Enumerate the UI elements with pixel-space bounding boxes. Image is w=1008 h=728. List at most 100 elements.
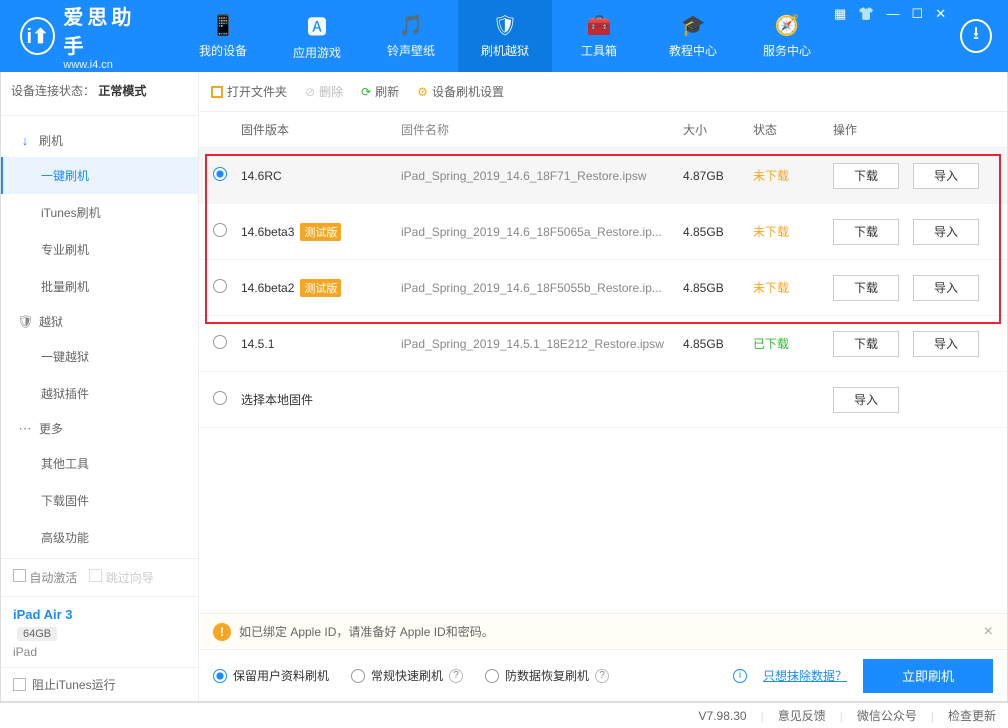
flash-now-button[interactable]: 立即刷机: [863, 659, 993, 693]
flash-option-防数据恢复刷机[interactable]: 防数据恢复刷机 ?: [485, 667, 609, 684]
top-bar: i⬆ 爱思助手 www.i4.cn 📱我的设备🅰应用游戏🎵铃声壁纸🛡刷机越狱🧰工…: [0, 0, 1008, 72]
firmware-status: 未下载: [753, 167, 833, 184]
import-button[interactable]: 导入: [913, 275, 979, 301]
nav-icon: 🧭: [775, 13, 800, 38]
block-itunes-checkbox[interactable]: 阻止iTunes运行: [1, 667, 198, 701]
nav-label: 我的设备: [199, 42, 247, 59]
feedback-link[interactable]: 意见反馈: [778, 707, 826, 724]
table-row[interactable]: 14.6beta3测试版iPad_Spring_2019_14.6_18F506…: [199, 204, 1007, 260]
col-version: 固件版本: [241, 121, 401, 138]
row-radio[interactable]: [213, 391, 227, 405]
app-logo: i⬆ 爱思助手 www.i4.cn: [0, 1, 176, 71]
nav-icon: 🎓: [681, 13, 706, 38]
warning-icon: !: [213, 623, 231, 641]
flash-option-常规快速刷机[interactable]: 常规快速刷机 ?: [351, 667, 463, 684]
sidebar-item-一键刷机[interactable]: 一键刷机: [1, 157, 198, 194]
maximize-icon[interactable]: ☐: [912, 6, 924, 22]
download-button[interactable]: 下载: [833, 331, 899, 357]
table-row[interactable]: 选择本地固件导入: [199, 372, 1007, 428]
version-label: V7.98.30: [699, 709, 747, 723]
nav-label: 应用游戏: [293, 44, 341, 61]
help-icon[interactable]: ?: [449, 669, 463, 683]
row-radio[interactable]: [213, 223, 227, 237]
minimize-icon[interactable]: —: [887, 6, 900, 22]
connection-label: 设备连接状态：: [11, 84, 95, 98]
device-name: iPad Air 3: [13, 607, 72, 622]
col-size: 大小: [683, 121, 753, 138]
info-icon[interactable]: i: [733, 669, 747, 683]
beta-badge: 测试版: [300, 279, 341, 297]
close-warning-button[interactable]: ×: [984, 623, 993, 641]
sidebar-item-专业刷机[interactable]: 专业刷机: [1, 231, 198, 268]
help-icon[interactable]: ?: [595, 669, 609, 683]
toolbar: 打开文件夹 ⊘删除 ⟳刷新 ⚙设备刷机设置: [199, 72, 1007, 112]
logo-subtitle: www.i4.cn: [63, 59, 152, 71]
download-button[interactable]: 下载: [833, 275, 899, 301]
firmware-name: iPad_Spring_2019_14.5.1_18E212_Restore.i…: [401, 337, 683, 351]
sidebar-group-刷机[interactable]: ↓刷机: [1, 124, 198, 157]
nav-工具箱[interactable]: 🧰工具箱: [552, 0, 646, 72]
firmware-version: 14.6beta3: [241, 225, 294, 239]
refresh-icon: ⟳: [361, 85, 371, 99]
nav-服务中心[interactable]: 🧭服务中心: [740, 0, 834, 72]
device-model: iPad: [13, 645, 186, 659]
row-radio[interactable]: [213, 167, 227, 181]
nav-铃声壁纸[interactable]: 🎵铃声壁纸: [364, 0, 458, 72]
firmware-status: 已下载: [753, 335, 833, 352]
options-bar: 保留用户资料刷机 常规快速刷机 ? 防数据恢复刷机 ? i 只想抹除数据？ 立即刷机: [199, 649, 1007, 701]
skin-icon[interactable]: 👕: [858, 6, 874, 22]
sidebar-item-下载固件[interactable]: 下载固件: [1, 482, 198, 519]
sidebar-item-批量刷机[interactable]: 批量刷机: [1, 268, 198, 305]
table-row[interactable]: 14.6RCiPad_Spring_2019_14.6_18F71_Restor…: [199, 148, 1007, 204]
import-button[interactable]: 导入: [913, 219, 979, 245]
device-info[interactable]: iPad Air 3 64GB iPad: [1, 596, 198, 667]
auto-activate-checkbox[interactable]: 自动激活: [13, 569, 77, 586]
table-row[interactable]: 14.5.1 iPad_Spring_2019_14.5.1_18E212_Res…: [199, 316, 1007, 372]
import-button[interactable]: 导入: [913, 331, 979, 357]
check-update-link[interactable]: 检查更新: [948, 707, 996, 724]
sidebar-group-更多[interactable]: ⋯更多: [1, 412, 198, 445]
flash-option-保留用户资料刷机[interactable]: 保留用户资料刷机: [213, 667, 329, 684]
row-radio[interactable]: [213, 279, 227, 293]
firmware-name: iPad_Spring_2019_14.6_18F5065a_Restore.i…: [401, 225, 683, 239]
row-radio[interactable]: [213, 335, 227, 349]
nav-label: 教程中心: [669, 42, 717, 59]
firmware-name: iPad_Spring_2019_14.6_18F5055b_Restore.i…: [401, 281, 683, 295]
firmware-status: 未下载: [753, 279, 833, 296]
radio-icon: [485, 669, 499, 683]
import-button[interactable]: 导入: [913, 163, 979, 189]
download-button[interactable]: 下载: [833, 219, 899, 245]
sidebar-item-高级功能[interactable]: 高级功能: [1, 519, 198, 556]
sidebar-item-一键越狱[interactable]: 一键越狱: [1, 338, 198, 375]
sidebar-item-iTunes刷机[interactable]: iTunes刷机: [1, 194, 198, 231]
refresh-button[interactable]: ⟳刷新: [361, 83, 399, 100]
main-panel: 打开文件夹 ⊘删除 ⟳刷新 ⚙设备刷机设置 固件版本 固件名称 大小 状态 操作…: [199, 72, 1007, 701]
firmware-version: 14.6RC: [241, 169, 282, 183]
nav-教程中心[interactable]: 🎓 教程中心: [646, 0, 740, 72]
skip-wizard-checkbox[interactable]: 跳过向导: [89, 569, 153, 586]
sidebar: 设备连接状态： 正常模式 ↓刷机一键刷机iTunes刷机专业刷机批量刷机🛡越狱一…: [1, 72, 199, 701]
firmware-size: 4.85GB: [683, 225, 753, 239]
nav-刷机越狱[interactable]: 🛡刷机越狱: [458, 0, 552, 72]
nav-我的设备[interactable]: 📱我的设备: [176, 0, 270, 72]
wechat-link[interactable]: 微信公众号: [857, 707, 917, 724]
open-folder-button[interactable]: 打开文件夹: [211, 83, 287, 100]
firmware-size: 4.87GB: [683, 169, 753, 183]
sidebar-item-其他工具[interactable]: 其他工具: [1, 445, 198, 482]
settings-button[interactable]: ⚙设备刷机设置: [417, 83, 504, 100]
folder-icon: [211, 86, 223, 98]
menu-icon[interactable]: ▦: [834, 6, 846, 22]
import-button[interactable]: 导入: [833, 387, 899, 413]
sidebar-group-越狱[interactable]: 🛡越狱: [1, 305, 198, 338]
refresh-circle-button[interactable]: ⭳: [960, 19, 992, 53]
erase-data-link[interactable]: 只想抹除数据？: [763, 667, 847, 684]
firmware-version: 14.5.1: [241, 337, 274, 351]
close-icon[interactable]: ✕: [935, 6, 946, 22]
download-button[interactable]: 下载: [833, 163, 899, 189]
nav-应用游戏[interactable]: 🅰应用游戏: [270, 0, 364, 72]
table-header: 固件版本 固件名称 大小 状态 操作: [199, 112, 1007, 148]
firmware-version: 14.6beta2: [241, 281, 294, 295]
sidebar-item-越狱插件[interactable]: 越狱插件: [1, 375, 198, 412]
nav-label: 工具箱: [581, 42, 617, 59]
table-row[interactable]: 14.6beta2 测试版 iPad_Spring_2019_14.6_18F505…: [199, 260, 1007, 316]
